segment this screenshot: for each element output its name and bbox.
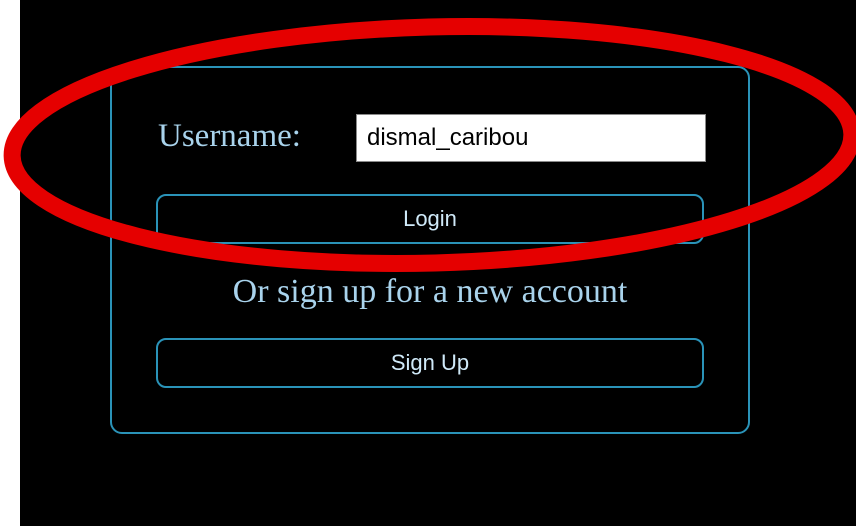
username-label: Username: <box>158 118 301 154</box>
login-button[interactable]: Login <box>156 194 704 244</box>
signup-button[interactable]: Sign Up <box>156 338 704 388</box>
username-input[interactable] <box>356 114 706 162</box>
signup-prompt: Or sign up for a new account <box>232 273 628 310</box>
